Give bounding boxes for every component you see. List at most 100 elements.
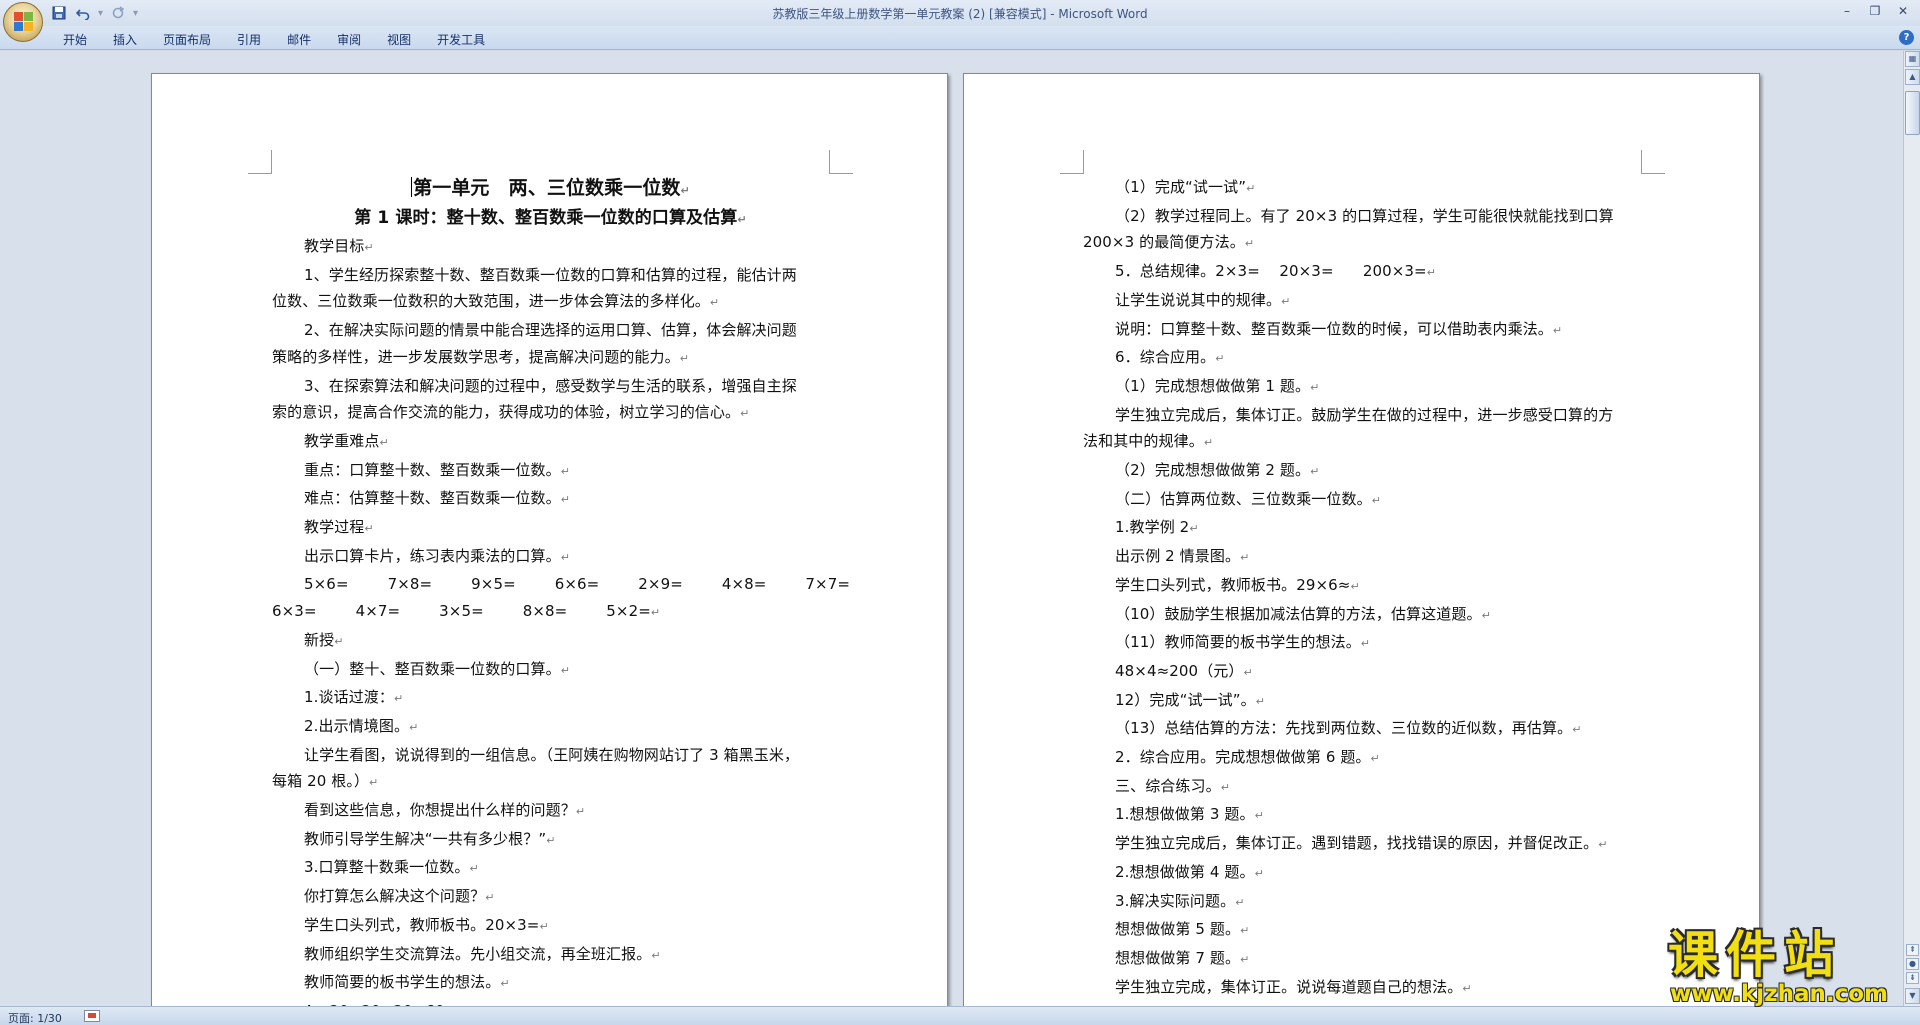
previous-page-icon[interactable]: ⇞ (1906, 944, 1919, 956)
paragraph-line: 说明：口算整十数、整百数乘一位数的时候，可以借助表内乘法。↵ (1115, 319, 1563, 338)
paragraph-mark: ↵ (1203, 436, 1214, 450)
tab-home[interactable]: 开始 (50, 26, 100, 50)
tab-developer[interactable]: 开发工具 (424, 26, 498, 50)
paragraph-line: 1.想想做做第 3 题。↵ (1115, 805, 1264, 824)
paragraph-mark: ↵ (1462, 981, 1472, 995)
paragraph-line: 3、在探索算法和解决问题的过程中，感受数学与生活的联系，增强自主探 (304, 376, 797, 395)
next-page-icon[interactable]: ⇟ (1906, 972, 1919, 984)
page-2-paragraphs: （1）完成“试一试”↵ （2）教学过程同上。有了 20×3 的口算过程，学生可能很… (1083, 174, 1640, 1006)
proofing-status-icon[interactable] (84, 1010, 100, 1022)
ruler-toggle-icon[interactable]: ▦ (1905, 51, 1920, 67)
paragraph-mark: ↵ (1598, 838, 1608, 852)
crop-mark (248, 150, 272, 174)
paragraph-mark: ↵ (379, 435, 389, 449)
paragraph-mark: ↵ (364, 522, 374, 536)
browse-object-icon[interactable]: ● (1906, 958, 1919, 970)
tab-review[interactable]: 审阅 (324, 26, 374, 50)
paragraph-line: 学生口头列式，教师板书。20×3=↵ (304, 915, 549, 934)
paragraph-line: （13）总结估算的方法：先找到两位数、三位数的近似数，再估算。↵ (1115, 719, 1582, 738)
restore-icon[interactable]: ❐ (1862, 2, 1888, 20)
paragraph-mark: ↵ (334, 634, 344, 648)
paragraph-mark: ↵ (1310, 380, 1320, 394)
tab-mailings[interactable]: 邮件 (274, 26, 324, 50)
paragraph-line: 想想做做第 7 题。↵ (1115, 948, 1250, 967)
paragraph-line: 法和其中的规律。↵ (1083, 432, 1214, 451)
paragraph-line: 教师引导学生解决“一共有多少根？”↵ (304, 829, 556, 848)
paragraph-mark: ↵ (394, 692, 404, 706)
tab-view[interactable]: 视图 (374, 26, 424, 50)
text-cursor (411, 177, 413, 197)
paragraph-mark: ↵ (1215, 352, 1225, 366)
page-count-status[interactable]: 页面: 1/30 (8, 1010, 62, 1025)
tab-page-layout[interactable]: 页面布局 (150, 26, 224, 50)
paragraph-line: 出示例 2 情景图。↵ (1115, 547, 1250, 566)
paragraph-mark: ↵ (546, 833, 556, 847)
paragraph-line: 策略的多样性，进一步发展数学思考，提高解决问题的能力。↵ (272, 347, 690, 366)
paragraph-line: （2）完成想想做做第 2 题。↵ (1115, 461, 1320, 480)
paragraph-mark: ↵ (560, 550, 571, 564)
paragraph-line: 你打算怎么解决这个问题？↵ (304, 887, 495, 906)
paragraph-mark: ↵ (364, 241, 374, 254)
office-button[interactable] (3, 2, 43, 42)
paragraph-mark: ↵ (1281, 294, 1291, 308)
paragraph-line: 学生口头列式，教师板书。29×6≈↵ (1115, 575, 1360, 594)
paragraph-mark: ↵ (560, 663, 571, 677)
paragraph-line: 教师组织学生交流算法。先小组交流，再全班汇报。↵ (304, 944, 661, 963)
paragraph-mark: ↵ (1310, 465, 1320, 479)
paragraph-line: 学生独立完成，集体订正。说说每道题自己的想法。↵ (1115, 977, 1472, 996)
paragraph-line: 学生独立完成后，集体订正。遇到错题，找找错误的原因，并督促改正。↵ (1115, 834, 1608, 853)
paragraph-mark: ↵ (1243, 665, 1253, 679)
paragraph-mark: ↵ (650, 606, 661, 620)
document-area[interactable]: 第一单元 两、三位数乘一位数↵ 第 1 课时：整十数、整百数乘一位数的口算及估算… (0, 51, 1903, 1006)
vertical-scrollbar[interactable]: ▦ ▲ ⇞ ● ⇟ ▼ (1903, 51, 1920, 1006)
tab-insert[interactable]: 插入 (100, 26, 150, 50)
paragraph-line: （一）整十、整百数乘一位数的口算。↵ (304, 659, 571, 678)
paragraph-mark: ↵ (651, 948, 661, 962)
close-icon[interactable]: ✕ (1890, 2, 1916, 20)
paragraph-line: （11）教师简要的板书学生的想法。↵ (1115, 633, 1371, 652)
paragraph-mark: ↵ (1350, 579, 1360, 593)
paragraph-line: 6×3= 4×7= 3×5= 8×8= 5×2=↵ (272, 602, 661, 621)
paragraph-line: 重点：口算整十数、整百数乘一位数。↵ (304, 460, 571, 479)
scroll-down-icon[interactable]: ▼ (1905, 988, 1920, 1004)
paragraph-mark: ↵ (1246, 182, 1256, 195)
paragraph-line: 2、在解决实际问题的情景中能合理选择的运用口算、估算，体会解决问题 (304, 321, 797, 340)
paragraph-line: 12）完成“试一试”。↵ (1115, 690, 1266, 709)
paragraph-line: A、20+20+20=60↵ (272, 998, 829, 1006)
scroll-up-icon[interactable]: ▲ (1905, 69, 1920, 85)
paragraph-mark: ↵ (1426, 266, 1437, 280)
paragraph-line: 1.谈话过渡：↵ (304, 688, 404, 707)
scroll-thumb[interactable] (1905, 91, 1920, 135)
paragraph-mark: ↵ (1371, 493, 1382, 507)
paragraph-line: 三、综合练习。↵ (1115, 776, 1231, 795)
paragraph-mark: ↵ (369, 776, 379, 790)
paragraph-mark: ↵ (469, 862, 479, 876)
paragraph-line: 教师简要的板书学生的想法。↵ (304, 973, 510, 992)
paragraph-mark: ↵ (1572, 723, 1582, 737)
document-page-2[interactable]: （1）完成“试一试”↵ （2）教学过程同上。有了 20×3 的口算过程，学生可能很… (963, 73, 1760, 1006)
help-icon[interactable]: ? (1899, 30, 1914, 45)
title-bar: ▾ ▾ 苏教版三年级上册数学第一单元教案 (2) [兼容模式] - Micros… (0, 0, 1920, 26)
paragraph-mark: ↵ (485, 891, 495, 905)
crop-mark (829, 150, 853, 174)
paragraph-mark: ↵ (575, 805, 586, 819)
status-bar: 页面: 1/30 (0, 1006, 1920, 1025)
paragraph-line: 新授↵ (304, 630, 344, 649)
window-title: 苏教版三年级上册数学第一单元教案 (2) [兼容模式] - Microsoft … (772, 7, 1148, 21)
paragraph-mark: ↵ (1240, 952, 1250, 966)
paragraph-mark: ↵ (1240, 924, 1250, 938)
ribbon: 开始 插入 页面布局 引用 邮件 审阅 视图 开发工具 ? (0, 26, 1920, 50)
paragraph-line: 3.解决实际问题。↵ (1115, 891, 1245, 910)
paragraph-mark: ↵ (1254, 809, 1264, 823)
paragraph-mark: ↵ (1370, 752, 1380, 766)
tab-references[interactable]: 引用 (224, 26, 274, 50)
minimize-icon[interactable]: – (1834, 2, 1860, 20)
document-page-1[interactable]: 第一单元 两、三位数乘一位数↵ 第 1 课时：整十数、整百数乘一位数的口算及估算… (151, 73, 948, 1006)
paragraph-line: 2.出示情境图。↵ (304, 716, 419, 735)
paragraph-line: 教学重难点↵ (304, 431, 389, 450)
paragraph-line: 3.口算整十数乘一位数。↵ (304, 858, 479, 877)
paragraph-line: 1.教学例 2↵ (1115, 518, 1199, 537)
paragraph-line: （1）完成“试一试”↵ (1115, 178, 1256, 196)
paragraph-line: 1、学生经历探索整十数、整百数乘一位数的口算和估算的过程，能估计两 (304, 265, 797, 284)
paragraph-line: 2.想想做做第 4 题。↵ (1115, 862, 1264, 881)
